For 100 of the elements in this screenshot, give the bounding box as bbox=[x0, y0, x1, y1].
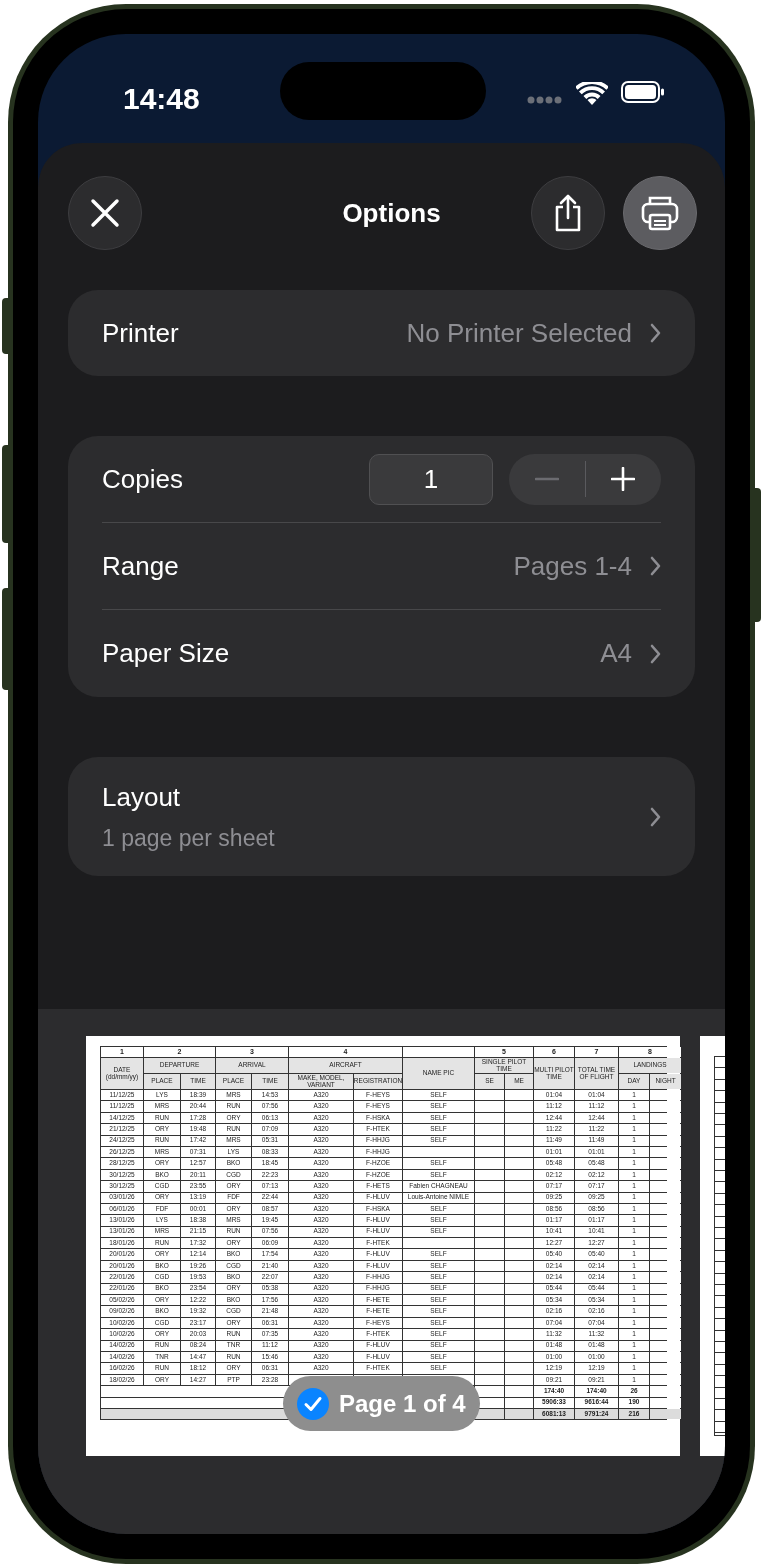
table-cell bbox=[505, 1317, 533, 1329]
row-label: Paper Size bbox=[102, 637, 230, 670]
table-cell bbox=[475, 1249, 504, 1260]
table-cell bbox=[475, 1226, 504, 1238]
table-cell bbox=[505, 1226, 533, 1238]
copies-field[interactable]: 1 bbox=[369, 453, 493, 505]
layout-row[interactable]: Layout 1 page per sheet bbox=[68, 757, 695, 876]
table-cell bbox=[475, 1272, 504, 1283]
table-cell bbox=[475, 1386, 504, 1397]
table-cell bbox=[505, 1158, 533, 1169]
printer-row[interactable]: Printer No Printer Selected bbox=[68, 290, 695, 376]
table-cell bbox=[650, 1283, 681, 1295]
table-cell bbox=[475, 1203, 504, 1215]
table-cell bbox=[505, 1124, 533, 1135]
table-cell bbox=[505, 1203, 533, 1215]
table-cell bbox=[505, 1238, 533, 1249]
table-cell bbox=[650, 1124, 681, 1135]
table-cell bbox=[475, 1340, 504, 1351]
table-cell bbox=[650, 1158, 681, 1169]
page-badge: Page 1 of 4 bbox=[283, 1376, 480, 1431]
table-cell bbox=[475, 1363, 504, 1374]
table-cell bbox=[475, 1169, 504, 1181]
table-cell bbox=[650, 1112, 681, 1124]
chevron-icon bbox=[650, 643, 661, 664]
table-cell bbox=[475, 1192, 504, 1203]
share-icon bbox=[553, 194, 583, 232]
table-cell bbox=[650, 1363, 681, 1374]
row-label: Layout bbox=[102, 780, 182, 814]
table-cell bbox=[475, 1124, 504, 1135]
table-cell bbox=[650, 1226, 681, 1238]
battery-icon bbox=[621, 81, 665, 103]
table-cell bbox=[650, 1260, 681, 1272]
table-cell bbox=[650, 1169, 681, 1181]
table-cell bbox=[505, 1397, 533, 1408]
table-cell bbox=[650, 1215, 681, 1226]
table-cell bbox=[475, 1112, 504, 1124]
table-cell bbox=[475, 1329, 504, 1340]
row-value: A4 bbox=[600, 637, 632, 670]
table-cell bbox=[505, 1329, 533, 1340]
settings-row[interactable]: Paper Size A4 bbox=[102, 610, 661, 697]
row-subtitle: 1 page per sheet bbox=[102, 823, 275, 853]
table-cell bbox=[650, 1238, 681, 1249]
table-cell bbox=[475, 1101, 504, 1112]
table-cell bbox=[650, 1329, 681, 1340]
table-cell bbox=[650, 1135, 681, 1146]
minus-icon bbox=[534, 477, 559, 481]
table-cell bbox=[505, 1112, 533, 1124]
table-cell bbox=[650, 1090, 681, 1101]
table-cell bbox=[650, 1340, 681, 1351]
table-cell bbox=[403, 1047, 474, 1057]
table-cell bbox=[650, 1181, 681, 1192]
table-cell bbox=[475, 1306, 504, 1317]
settings-row[interactable]: Range Pages 1-4 bbox=[102, 523, 661, 610]
table-cell bbox=[403, 1146, 474, 1158]
signal-icon bbox=[527, 96, 563, 104]
table-cell bbox=[505, 1272, 533, 1283]
table-cell bbox=[650, 1317, 681, 1329]
table-cell bbox=[505, 1295, 533, 1306]
table-cell bbox=[650, 1272, 681, 1283]
table-cell bbox=[505, 1192, 533, 1203]
table-cell bbox=[650, 1192, 681, 1203]
table-cell bbox=[650, 1408, 681, 1420]
table-cell bbox=[475, 1181, 504, 1192]
row-value: Pages 1-4 bbox=[513, 549, 632, 583]
table-cell bbox=[650, 1306, 681, 1317]
table-cell bbox=[475, 1260, 504, 1272]
table-cell bbox=[505, 1101, 533, 1112]
status-time: 14:48 bbox=[123, 81, 200, 117]
table-cell bbox=[505, 1363, 533, 1374]
table-cell bbox=[650, 1249, 681, 1260]
table-cell bbox=[403, 1238, 474, 1249]
table-cell bbox=[505, 1146, 533, 1158]
table-cell bbox=[505, 1306, 533, 1317]
table-cell bbox=[505, 1169, 533, 1181]
chevron-icon bbox=[650, 556, 661, 576]
chevron-icon bbox=[650, 806, 661, 827]
row-value: No Printer Selected bbox=[406, 316, 632, 350]
table-cell bbox=[650, 1386, 681, 1397]
close-icon bbox=[90, 198, 120, 228]
table-cell bbox=[505, 1408, 533, 1420]
table-cell bbox=[650, 1146, 681, 1158]
row-label: Range bbox=[102, 549, 179, 583]
table-cell bbox=[475, 1215, 504, 1226]
plus-icon bbox=[611, 467, 636, 491]
table-cell bbox=[475, 1158, 504, 1169]
table-cell bbox=[475, 1146, 504, 1158]
table-cell bbox=[475, 1238, 504, 1249]
table-cell bbox=[505, 1215, 533, 1226]
table-cell bbox=[475, 1374, 504, 1386]
table-cell bbox=[650, 1101, 681, 1112]
table-cell bbox=[650, 1295, 681, 1306]
page-preview[interactable] bbox=[86, 1036, 680, 1456]
wifi-icon bbox=[576, 82, 608, 106]
table-cell bbox=[475, 1352, 504, 1363]
table-cell bbox=[505, 1340, 533, 1351]
table-cell bbox=[475, 1295, 504, 1306]
table-cell bbox=[505, 1283, 533, 1295]
table-cell bbox=[505, 1260, 533, 1272]
table-cell bbox=[475, 1408, 504, 1420]
table-cell bbox=[650, 1203, 681, 1215]
